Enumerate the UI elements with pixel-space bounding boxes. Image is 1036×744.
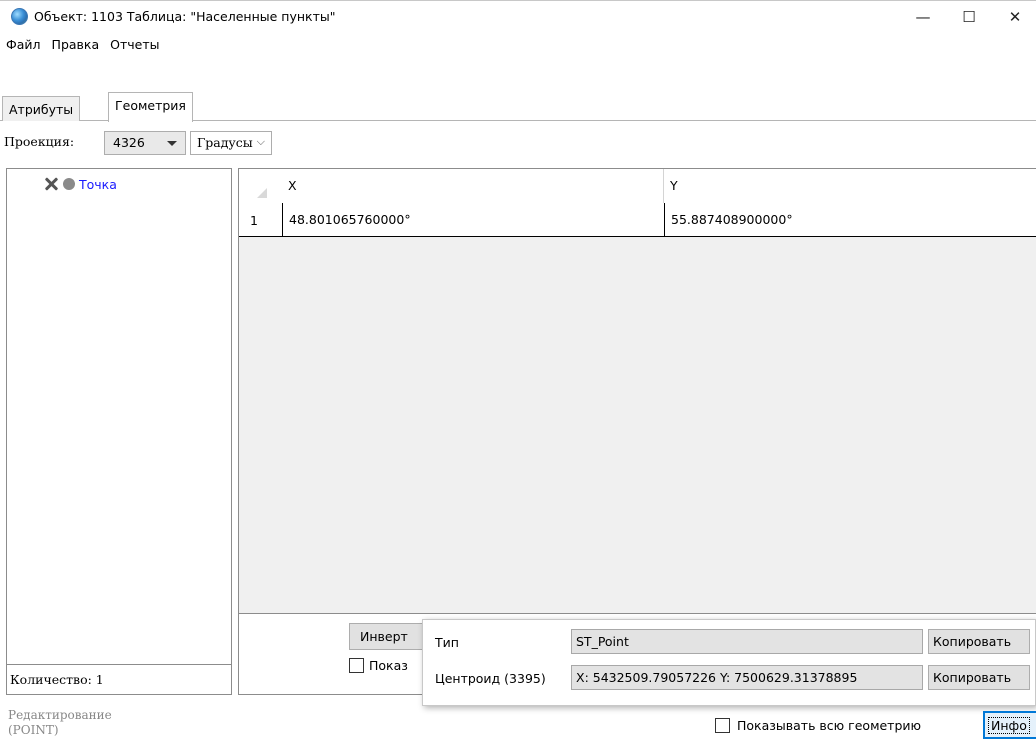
menu-edit[interactable]: Правка	[46, 37, 105, 52]
type-label: Тип	[435, 635, 459, 650]
minimize-button[interactable]: —	[900, 1, 946, 33]
centroid-label: Центроид (3395)	[435, 671, 546, 686]
show-checkbox[interactable]	[349, 658, 364, 673]
geometry-tree-panel: Точка Количество: 1	[6, 168, 232, 695]
tree-item-label: Точка	[79, 176, 117, 192]
cell-x[interactable]: 48.801065760000°	[282, 203, 664, 237]
show-all-geometry-row[interactable]: Показывать всю геометрию	[715, 718, 921, 733]
select-all-corner[interactable]	[257, 188, 267, 198]
show-all-geometry-label: Показывать всю геометрию	[737, 718, 922, 733]
projection-toolbar: Проекция: 4326 Градусы ⌵	[0, 129, 1036, 155]
coordinates-grid: X Y 1 48.801065760000° 55.887408900000°	[238, 168, 1036, 613]
count-label: Количество: 1	[7, 664, 231, 694]
info-button[interactable]: Инфо	[983, 711, 1036, 739]
units-value: Градусы	[197, 135, 253, 150]
edit-mode-line1: Редактирование	[8, 708, 112, 722]
chevron-down-icon: ⌵	[256, 135, 265, 148]
close-button[interactable]: ✕	[992, 1, 1036, 33]
maximize-button[interactable]: ☐	[946, 1, 992, 33]
tab-attributes[interactable]: Атрибуты	[2, 96, 81, 121]
title-bar: Объект: 1103 Таблица: "Населенные пункты…	[0, 0, 1036, 32]
copy-centroid-button[interactable]: Копировать	[928, 665, 1030, 690]
column-header-x[interactable]: X	[282, 169, 664, 203]
caret-down-icon	[167, 141, 177, 146]
show-all-geometry-checkbox[interactable]	[715, 718, 730, 733]
info-popup: Тип ST_Point Копировать Центроид (3395) …	[422, 619, 1036, 706]
centroid-field[interactable]: X: 5432509.79057226 Y: 7500629.31378895	[571, 665, 923, 690]
projection-label: Проекция:	[4, 134, 75, 149]
tab-geometry[interactable]: Геометрия	[108, 92, 193, 122]
window-title: Объект: 1103 Таблица: "Населенные пункты…	[34, 9, 336, 24]
menu-file[interactable]: Файл	[0, 37, 46, 52]
cell-y[interactable]: 55.887408900000°	[664, 203, 1036, 237]
table-row[interactable]: 1 48.801065760000° 55.887408900000°	[239, 203, 1036, 237]
units-dropdown[interactable]: Градусы ⌵	[190, 131, 272, 155]
projection-value: 4326	[113, 135, 145, 150]
grid-header: X Y	[239, 169, 1036, 203]
info-button-label: Инфо	[988, 717, 1030, 734]
show-checkbox-row[interactable]: Показ	[349, 658, 408, 673]
projection-dropdown[interactable]: 4326	[104, 131, 186, 155]
edit-mode-line2: (POINT)	[8, 723, 59, 737]
row-number: 1	[250, 213, 258, 228]
menu-bar: Файл Правка Отчеты	[0, 32, 1036, 57]
column-header-y[interactable]: Y	[664, 169, 1036, 203]
edit-mode-status: Редактирование (POINT)	[8, 708, 112, 738]
menu-reports[interactable]: Отчеты	[104, 37, 164, 52]
point-icon	[63, 178, 75, 190]
globe-icon	[11, 8, 28, 25]
type-field[interactable]: ST_Point	[571, 629, 923, 654]
tools-icon	[43, 176, 59, 192]
tab-strip: Атрибуты Геометрия	[0, 90, 1036, 122]
show-checkbox-label: Показ	[369, 658, 408, 673]
tree-item-point[interactable]: Точка	[43, 176, 117, 192]
copy-type-button[interactable]: Копировать	[928, 629, 1030, 654]
